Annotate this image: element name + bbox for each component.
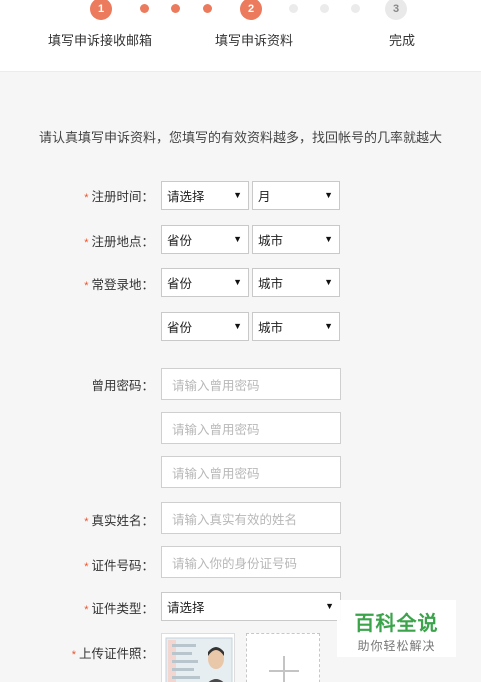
- real-name-label: * 真实姓名：: [4, 510, 154, 529]
- old-password-input-2[interactable]: 请输入曾用密码: [161, 412, 341, 444]
- reg-place-label-text: 注册地点：: [91, 235, 154, 249]
- watermark-title: 百科全说: [354, 613, 439, 635]
- id-type-label-text: 证件类型：: [91, 602, 154, 616]
- dropdown-arrow-icon: ▼: [325, 601, 334, 611]
- login-place-label: * 常登录地：: [4, 274, 154, 293]
- old-password-label-text: 曾用密码：: [91, 379, 154, 393]
- old-password-input-3[interactable]: 请输入曾用密码: [161, 456, 341, 488]
- reg-month-select[interactable]: 月 ▼: [252, 181, 340, 210]
- id-number-label-text: 证件号码：: [91, 559, 154, 573]
- id-card-sample-image: [165, 637, 233, 682]
- plus-icon-vertical: [283, 656, 285, 682]
- dropdown-arrow-icon: ▼: [324, 277, 333, 287]
- step-1-label: 填写申诉接收邮箱: [48, 33, 153, 48]
- id-type-select[interactable]: 请选择 ▼: [161, 592, 341, 621]
- dropdown-arrow-icon: ▼: [233, 277, 242, 287]
- reg-year-select[interactable]: 请选择 ▼: [161, 181, 249, 210]
- dropdown-arrow-icon: ▼: [324, 321, 333, 331]
- required-mark: *: [71, 649, 76, 661]
- id-photo-sample-thumbnail: [161, 633, 235, 682]
- login-province-value-2: 省份: [167, 321, 193, 335]
- required-mark: *: [84, 192, 89, 204]
- watermark-subtitle: 助你轻松解决: [357, 639, 436, 653]
- reg-city-select[interactable]: 城市 ▼: [252, 225, 340, 254]
- upload-photo-button[interactable]: [246, 633, 320, 682]
- old-password-label: 曾用密码：: [4, 375, 154, 394]
- reg-province-value: 省份: [167, 234, 193, 248]
- reg-year-value: 请选择: [167, 190, 205, 204]
- login-city-value: 城市: [258, 277, 284, 291]
- reg-city-value: 城市: [258, 234, 284, 248]
- required-mark: *: [84, 561, 89, 573]
- old-password-input-1[interactable]: 请输入曾用密码: [161, 368, 341, 400]
- real-name-label-text: 真实姓名：: [91, 514, 154, 528]
- id-photo-label: * 上传证件照：: [4, 643, 154, 662]
- progress-dot: [351, 4, 360, 13]
- reg-province-select[interactable]: 省份 ▼: [161, 225, 249, 254]
- id-type-value: 请选择: [167, 601, 205, 615]
- reg-time-label: * 注册时间：: [4, 186, 154, 205]
- login-province-select[interactable]: 省份 ▼: [161, 268, 249, 297]
- login-place-label-text: 常登录地：: [91, 278, 154, 292]
- id-photo-label-text: 上传证件照：: [78, 647, 154, 661]
- login-province-value: 省份: [167, 277, 193, 291]
- login-city-value-2: 城市: [258, 321, 284, 335]
- reg-month-value: 月: [258, 190, 271, 204]
- step-2-circle: 2: [240, 0, 262, 20]
- dropdown-arrow-icon: ▼: [233, 234, 242, 244]
- dropdown-arrow-icon: ▼: [233, 190, 242, 200]
- step-3-label: 完成: [389, 33, 416, 48]
- intro-text: 请认真填写申诉资料，您填写的有效资料越多，找回帐号的几率就越大: [38, 130, 442, 145]
- id-type-label: * 证件类型：: [4, 598, 154, 617]
- id-number-input[interactable]: 请输入你的身份证号码: [161, 546, 341, 578]
- required-mark: *: [84, 516, 89, 528]
- dropdown-arrow-icon: ▼: [324, 190, 333, 200]
- progress-dot: [203, 4, 212, 13]
- watermark-logo: 百科全说 助你轻松解决: [337, 600, 456, 657]
- required-mark: *: [84, 237, 89, 249]
- login-province-select-2[interactable]: 省份 ▼: [161, 312, 249, 341]
- real-name-input[interactable]: 请输入真实有效的姓名: [161, 502, 341, 534]
- id-number-label: * 证件号码：: [4, 555, 154, 574]
- step-1-circle: 1: [90, 0, 112, 20]
- step-progress-bar: 1 2 3 填写申诉接收邮箱 填写申诉资料 完成: [0, 0, 481, 72]
- required-mark: *: [84, 280, 89, 292]
- dropdown-arrow-icon: ▼: [233, 321, 242, 331]
- login-city-select-2[interactable]: 城市 ▼: [252, 312, 340, 341]
- reg-place-label: * 注册地点：: [4, 231, 154, 250]
- step-2-label: 填写申诉资料: [215, 33, 294, 48]
- progress-dot: [171, 4, 180, 13]
- progress-dot: [320, 4, 329, 13]
- login-city-select[interactable]: 城市 ▼: [252, 268, 340, 297]
- progress-dot: [289, 4, 298, 13]
- step-3-circle: 3: [385, 0, 407, 20]
- dropdown-arrow-icon: ▼: [324, 234, 333, 244]
- reg-time-label-text: 注册时间：: [91, 190, 154, 204]
- progress-dot: [140, 4, 149, 13]
- required-mark: *: [84, 604, 89, 616]
